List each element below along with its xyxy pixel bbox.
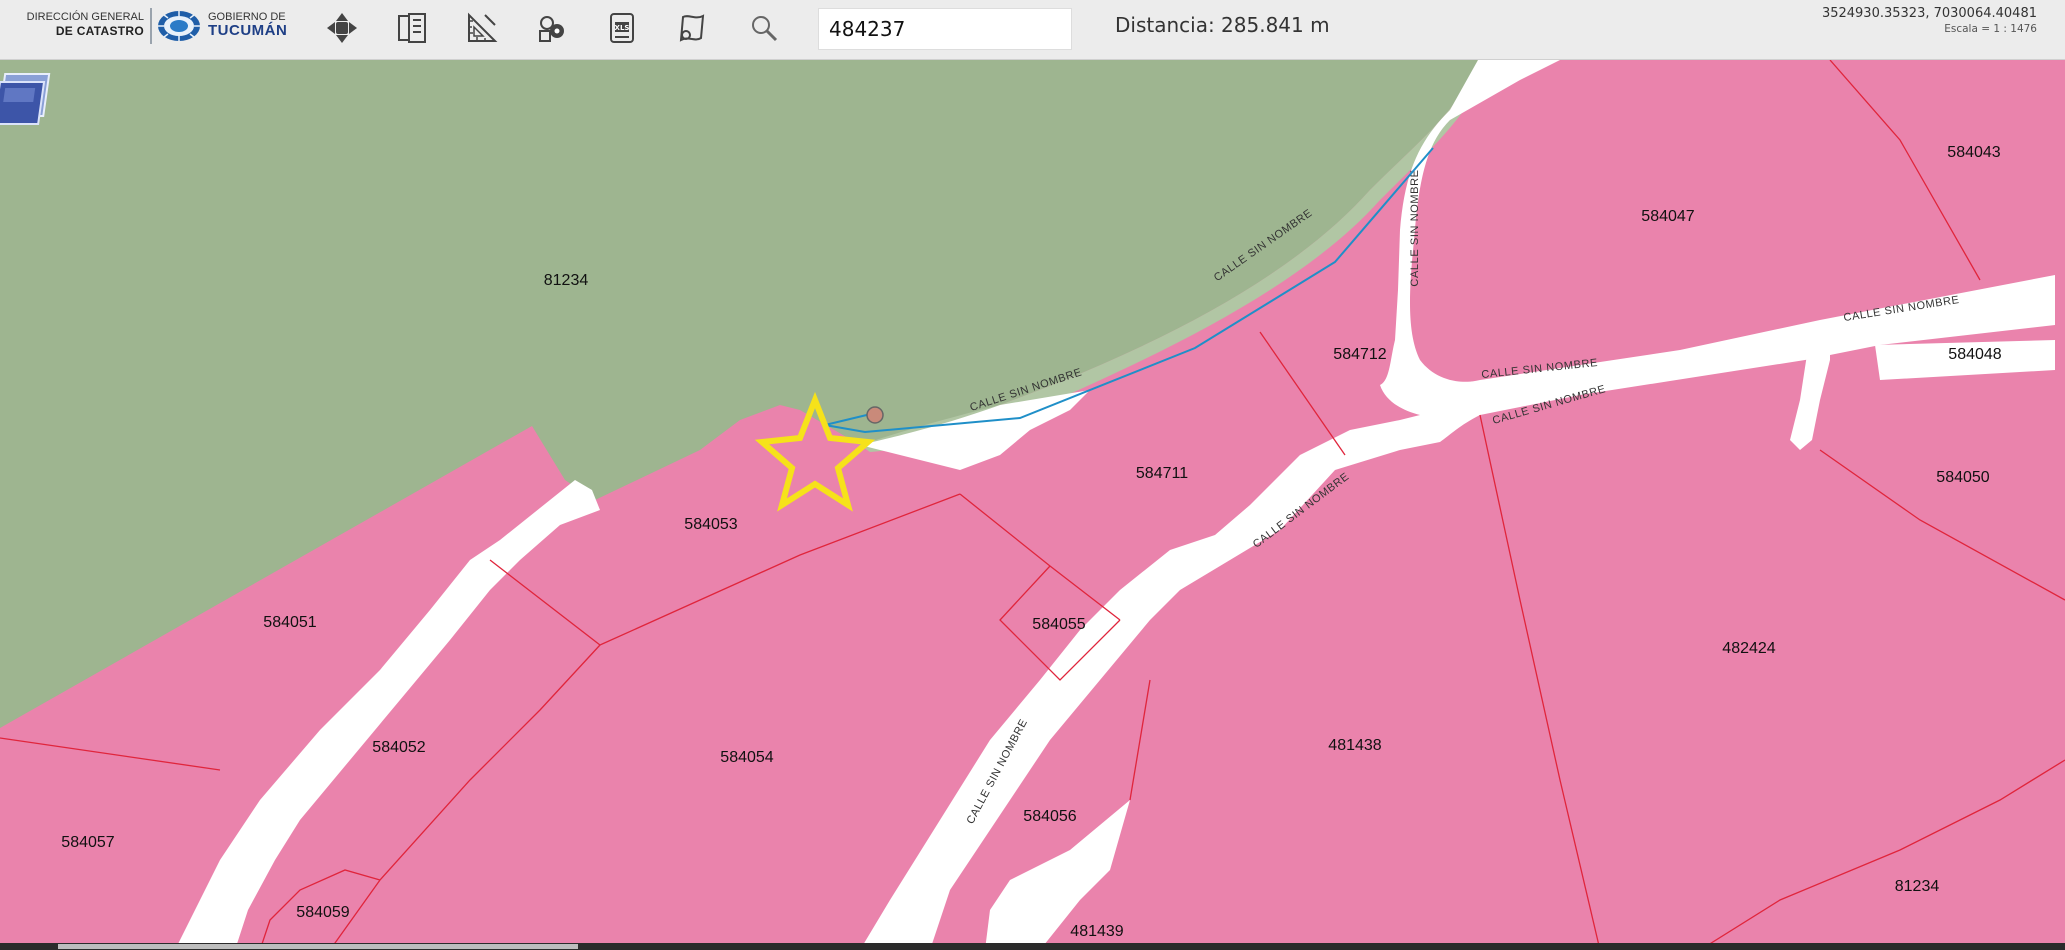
parcel-search-input[interactable] — [818, 8, 1072, 50]
pan-icon — [327, 13, 357, 43]
map-canvas[interactable]: CALLE SIN NOMBRE CALLE SIN NOMBRE CALLE … — [0, 60, 2065, 950]
parcel-label[interactable]: 584057 — [61, 834, 114, 851]
parcel-label[interactable]: 584051 — [263, 614, 316, 631]
logo-right-text: GOBIERNO DE TUCUMÁN — [208, 10, 308, 38]
export-excel-button[interactable]: XLS — [602, 8, 642, 48]
parcel-label[interactable]: 584056 — [1023, 808, 1076, 825]
parcel-label[interactable]: 481438 — [1328, 737, 1381, 754]
parcel-label[interactable]: 584052 — [372, 739, 425, 756]
parcel-label[interactable]: 482424 — [1722, 640, 1775, 657]
distance-readout: Distancia: 285.841 m — [1115, 13, 1330, 37]
svg-text:XLS: XLS — [615, 24, 630, 32]
identify-icon — [539, 16, 564, 42]
toolbar: DIRECCIÓN GENERAL DE CATASTRO GOBIERNO D… — [0, 0, 2065, 60]
layers-tool-button[interactable] — [392, 8, 432, 48]
scrollbar-thumb[interactable] — [58, 944, 578, 949]
road-label: CALLE SIN NOMBRE — [1409, 169, 1421, 286]
logo-left-text: DIRECCIÓN GENERAL DE CATASTRO — [4, 10, 144, 38]
xy-coordinates: 3524930.35323, 7030064.40481 — [1821, 6, 2037, 21]
measure-vertex-handle[interactable] — [866, 406, 884, 424]
parcel-label[interactable]: 584059 — [296, 904, 349, 921]
logo-left-line2: DE CATASTRO — [55, 24, 144, 38]
parcel-label[interactable]: 584054 — [720, 749, 773, 766]
parcel-label[interactable]: 584048 — [1948, 346, 2001, 363]
parcel-label[interactable]: 584711 — [1136, 465, 1188, 482]
layers-panel-icon — [398, 13, 426, 43]
search-icon — [752, 16, 778, 42]
horizontal-scrollbar[interactable] — [0, 943, 2065, 950]
export-excel-icon: XLS — [610, 13, 634, 43]
map-scale: Escala = 1 : 1476 — [1944, 23, 2037, 35]
measure-tool-button[interactable] — [462, 8, 502, 48]
parcel-label[interactable]: 584712 — [1333, 346, 1386, 363]
logo-right-line2: TUCUMÁN — [208, 22, 288, 39]
parcel-label[interactable]: 584050 — [1936, 469, 1989, 486]
parcel-label[interactable]: 584053 — [684, 516, 737, 533]
coordinate-readout: 3524930.35323, 7030064.40481 Escala = 1 … — [1822, 6, 2037, 35]
identify-tool-button[interactable] — [532, 8, 572, 48]
parcel-label[interactable]: 584047 — [1641, 208, 1694, 225]
search-tool-button[interactable] — [744, 8, 784, 48]
parcel-label[interactable]: 584055 — [1032, 616, 1085, 633]
parcel-label[interactable]: 584043 — [1947, 144, 2000, 161]
map-sheet-button[interactable] — [672, 8, 712, 48]
parcel-label[interactable]: 81234 — [544, 272, 589, 289]
parcel-label[interactable]: 81234 — [1895, 878, 1940, 895]
logo-divider — [150, 8, 152, 44]
logo-left-line1: DIRECCIÓN GENERAL — [26, 11, 144, 23]
tucuman-seal-icon — [158, 11, 200, 41]
measure-ruler-icon — [468, 12, 498, 42]
layer-switcher-icon[interactable] — [0, 68, 58, 132]
map-sheet-icon — [679, 14, 705, 42]
parcel-label[interactable]: 481439 — [1070, 923, 1123, 940]
cadastral-map[interactable]: CALLE SIN NOMBRE CALLE SIN NOMBRE CALLE … — [0, 60, 2065, 950]
pan-tool-button[interactable] — [322, 8, 362, 48]
